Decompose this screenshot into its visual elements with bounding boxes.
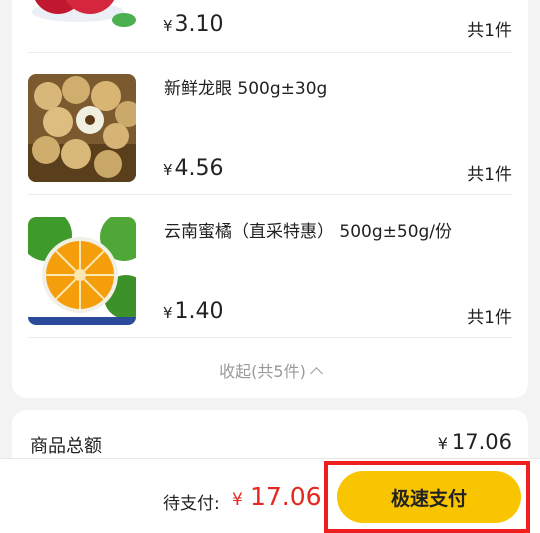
collapse-toggle[interactable]: 收起(共5件) (12, 358, 528, 382)
amount-due-currency: ¥ (232, 490, 243, 510)
amount-due-label: 待支付: (163, 494, 220, 514)
express-pay-button[interactable]: 极速支付 (337, 471, 521, 523)
collapse-label: 收起(共5件) (219, 362, 306, 381)
item-quantity: 共1件 (467, 21, 512, 41)
divider (28, 52, 512, 53)
divider (28, 337, 512, 338)
longan-image (28, 74, 136, 182)
order-items-card: ¥3.10 共1件 新鲜龙眼 500g±30g ¥4.56 共1件 云南蜜橘（直… (12, 0, 528, 398)
item-quantity: 共1件 (467, 308, 512, 328)
item-name: 云南蜜橘（直采特惠） 500g±50g/份 (164, 222, 453, 242)
pomegranate-image (28, 0, 136, 32)
checkout-bar: 待支付: ¥ 17.06 极速支付 (0, 458, 540, 533)
item-price: ¥3.10 (163, 12, 224, 37)
amount-due-value: 17.06 (250, 482, 322, 511)
item-quantity: 共1件 (467, 165, 512, 185)
item-price: ¥4.56 (163, 156, 224, 181)
divider (28, 194, 512, 195)
chevron-up-icon (309, 367, 323, 380)
item-price: ¥1.40 (163, 299, 224, 324)
orange-image (28, 217, 136, 325)
subtotal-amount: ¥17.06 (437, 430, 512, 454)
item-name: 新鲜龙眼 500g±30g (164, 79, 328, 99)
subtotal-label: 商品总额 (30, 436, 102, 457)
